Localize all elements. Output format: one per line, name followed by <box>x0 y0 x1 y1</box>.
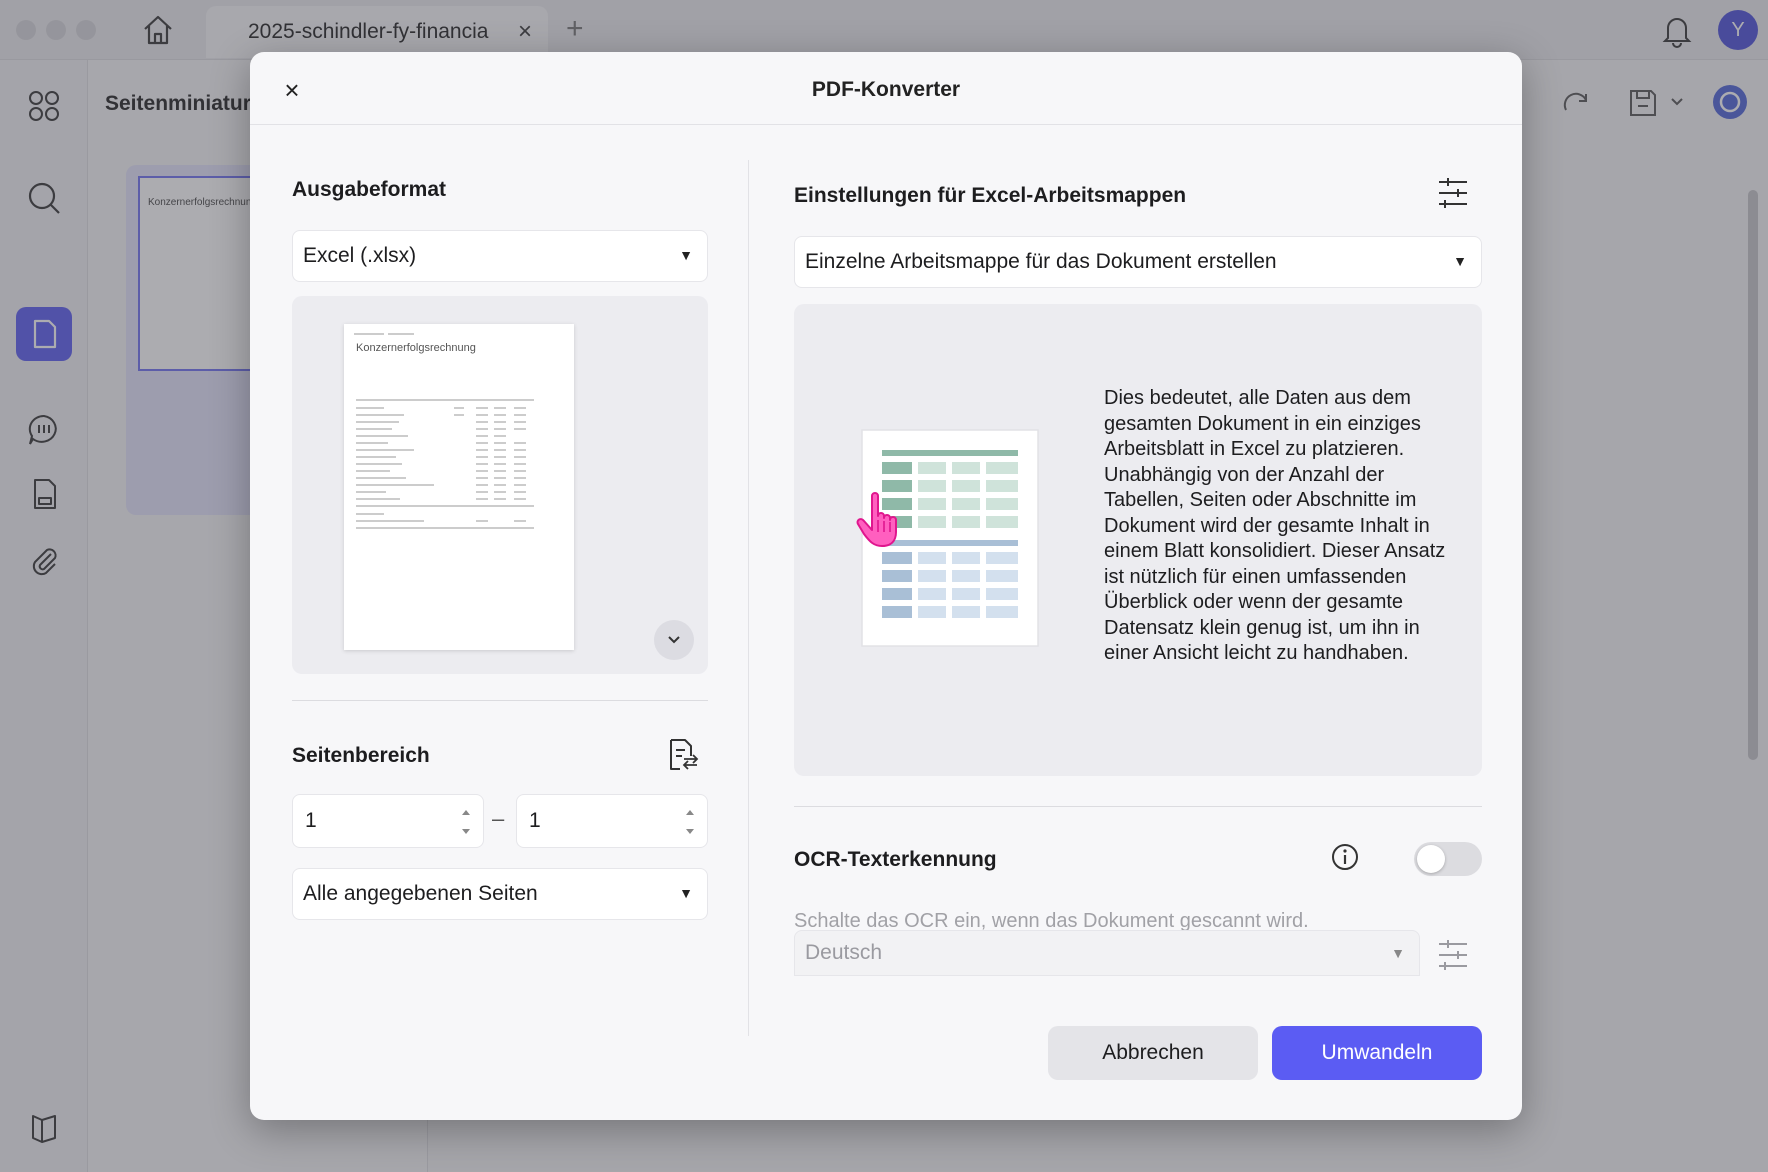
ocr-title: OCR-Texterkennung <box>794 848 997 871</box>
page-from-value: 1 <box>305 809 317 832</box>
right-section-divider <box>794 806 1482 807</box>
output-format-select[interactable]: Excel (.xlsx) ▼ <box>292 230 708 282</box>
dropdown-caret-icon: ▼ <box>1391 945 1405 961</box>
ocr-toggle-knob <box>1417 845 1445 873</box>
page-from-stepper[interactable]: 1 <box>292 794 484 848</box>
ocr-settings-sliders-icon[interactable] <box>1436 938 1470 972</box>
ocr-language-value: Deutsch <box>805 941 883 964</box>
pdf-converter-dialog: × PDF-Konverter Ausgabeformat Excel (.xl… <box>250 52 1522 1120</box>
dropdown-caret-icon: ▼ <box>1453 253 1467 269</box>
stepper-arrows-icon[interactable] <box>683 803 697 841</box>
cancel-button[interactable]: Abbrechen <box>1048 1026 1258 1080</box>
preview-page: Konzernerfolgsrechnung <box>344 324 574 650</box>
excel-settings-title: Einstellungen für Excel-Arbeitsmappen <box>794 184 1187 207</box>
page-range-dash: – <box>492 806 505 831</box>
dialog-title: PDF-Konverter <box>811 78 961 101</box>
page-to-stepper[interactable]: 1 <box>516 794 708 848</box>
dialog-header-divider <box>250 124 1522 125</box>
workbook-mode-description-panel: Dies bedeutet, alle Daten aus dem gesamt… <box>794 304 1482 776</box>
dropdown-caret-icon: ▼ <box>679 247 693 263</box>
page-subset-select[interactable]: Alle angegebenen Seiten ▼ <box>292 868 708 920</box>
column-divider <box>748 160 749 1036</box>
preview-expand-button[interactable] <box>654 620 694 660</box>
info-icon[interactable] <box>1330 842 1360 872</box>
workbook-mode-description: Dies bedeutet, alle Daten aus dem gesamt… <box>1104 387 1446 664</box>
output-format-value: Excel (.xlsx) <box>303 244 417 267</box>
convert-button[interactable]: Umwandeln <box>1272 1026 1482 1080</box>
preview-table-graphic <box>354 333 534 529</box>
workbook-mode-select[interactable]: Einzelne Arbeitsmappe für das Dokument e… <box>794 236 1482 288</box>
ocr-language-select[interactable]: Deutsch ▼ <box>794 930 1420 976</box>
page-to-value: 1 <box>529 809 541 832</box>
workbook-mode-value: Einzelne Arbeitsmappe für das Dokument e… <box>805 250 1277 273</box>
pointer-hand-icon <box>856 492 897 547</box>
page-subset-value: Alle angegebenen Seiten <box>303 882 538 905</box>
chevron-down-icon <box>668 636 680 644</box>
ocr-toggle[interactable] <box>1414 842 1482 876</box>
stepper-arrows-icon[interactable] <box>459 803 473 841</box>
dropdown-caret-icon: ▼ <box>679 885 693 901</box>
page-range-title: Seitenbereich <box>292 744 430 767</box>
page-range-swap-icon[interactable] <box>662 736 700 774</box>
output-format-title: Ausgabeformat <box>292 178 447 201</box>
settings-sliders-icon[interactable] <box>1436 176 1470 210</box>
left-section-divider <box>292 700 708 701</box>
